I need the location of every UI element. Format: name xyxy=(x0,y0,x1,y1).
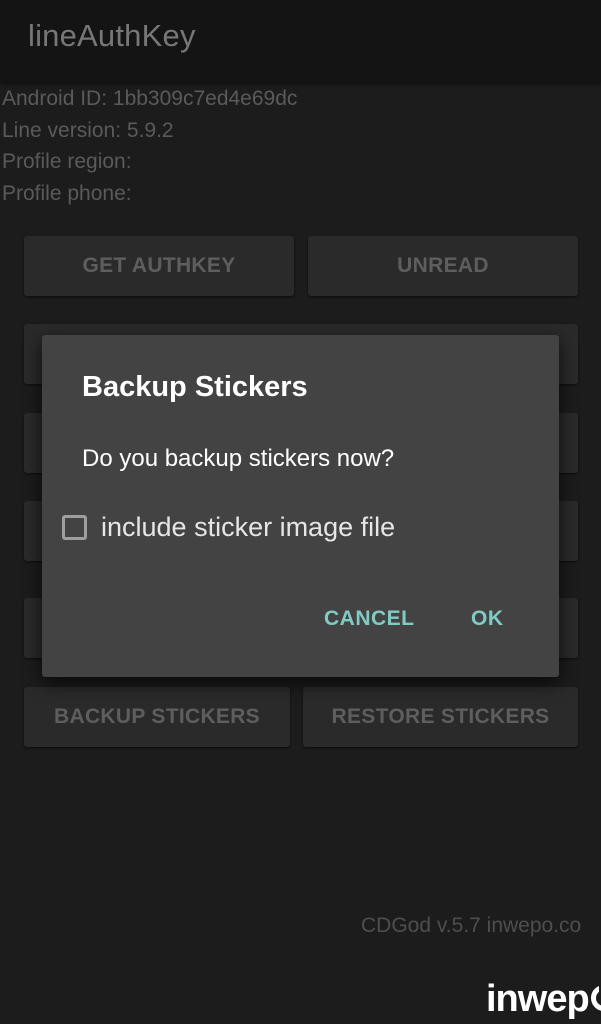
dialog-message: Do you backup stickers now? xyxy=(82,445,395,472)
ok-button[interactable]: OK xyxy=(471,607,504,631)
backup-stickers-dialog: Backup Stickers Do you backup stickers n… xyxy=(42,335,559,677)
include-image-checkbox-row[interactable]: include sticker image file xyxy=(62,507,395,547)
cancel-button[interactable]: CANCEL xyxy=(324,607,415,631)
dialog-title: Backup Stickers xyxy=(82,371,308,403)
checkbox-icon[interactable] xyxy=(62,514,87,540)
checkbox-label[interactable]: include sticker image file xyxy=(101,512,395,543)
